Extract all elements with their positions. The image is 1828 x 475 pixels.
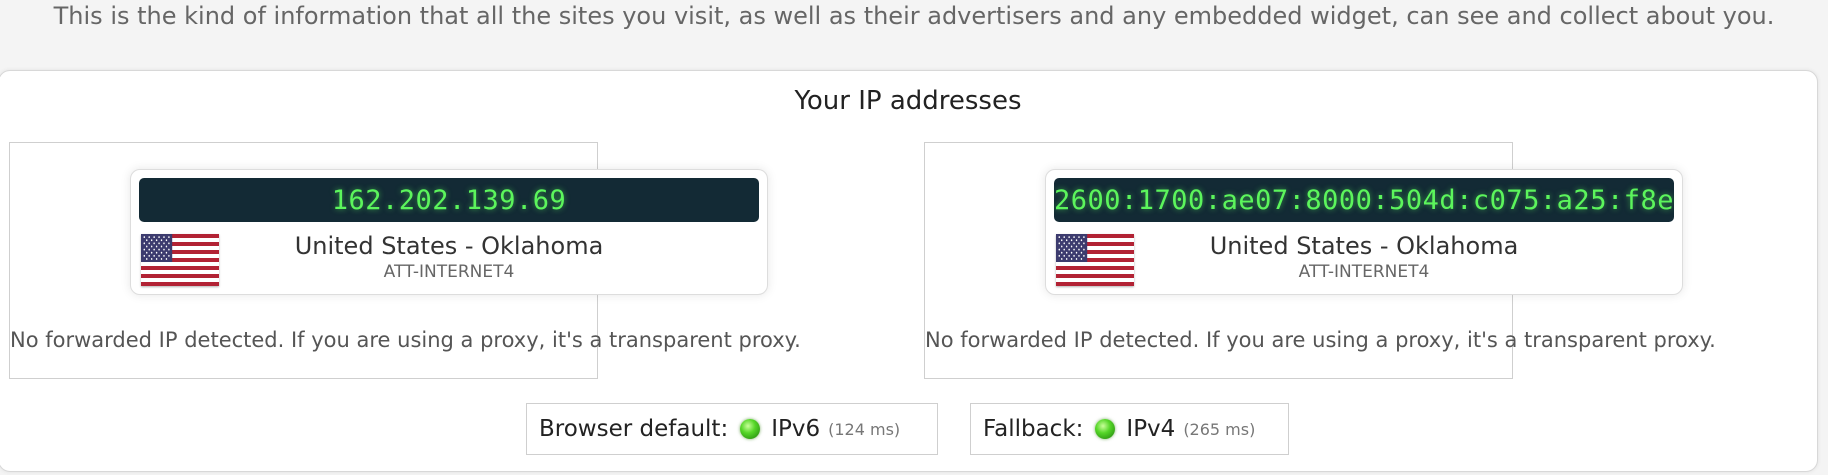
ipv6-info-box: 2600:1700:ae07:8000:504d:c075:a25:f8e Un… <box>1045 169 1683 295</box>
section-title: Your IP addresses <box>794 86 1022 116</box>
ipv4-info-box: 162.202.139.69 United States - Oklahoma … <box>130 169 768 295</box>
ipv6-isp: ATT-INTERNET4 <box>1298 262 1430 282</box>
fallback-protocol: IPv4 <box>1126 416 1176 442</box>
ipv6-panel: 2600:1700:ae07:8000:504d:c075:a25:f8e Un… <box>924 142 1716 379</box>
green-status-dot-icon <box>740 419 761 439</box>
ipv4-panel: 162.202.139.69 United States - Oklahoma … <box>9 142 801 379</box>
fallback-status: Fallback: IPv4 (265 ms) <box>970 403 1289 455</box>
ipv4-location: United States - Oklahoma <box>294 232 604 260</box>
ipv6-forwarded-note: No forwarded IP detected. If you are usi… <box>925 328 1716 352</box>
fallback-label: Fallback: <box>983 416 1084 442</box>
fallback-latency: (265 ms) <box>1183 419 1256 439</box>
browser-default-protocol: IPv6 <box>771 416 821 442</box>
ip-addresses-card: Your IP addresses 162.202.139.69 United … <box>0 70 1818 472</box>
browser-default-label: Browser default: <box>539 416 729 442</box>
ipv6-address[interactable]: 2600:1700:ae07:8000:504d:c075:a25:f8e <box>1054 178 1674 222</box>
ipv4-forwarded-note: No forwarded IP detected. If you are usi… <box>10 328 801 352</box>
browser-default-status: Browser default: IPv6 (124 ms) <box>526 403 938 455</box>
intro-text: This is the kind of information that all… <box>53 2 1775 30</box>
green-status-dot-icon <box>1095 419 1116 439</box>
ipv6-location: United States - Oklahoma <box>1209 232 1519 260</box>
ipv4-isp: ATT-INTERNET4 <box>383 262 515 282</box>
ipv4-address[interactable]: 162.202.139.69 <box>139 178 759 222</box>
browser-default-latency: (124 ms) <box>828 419 901 439</box>
